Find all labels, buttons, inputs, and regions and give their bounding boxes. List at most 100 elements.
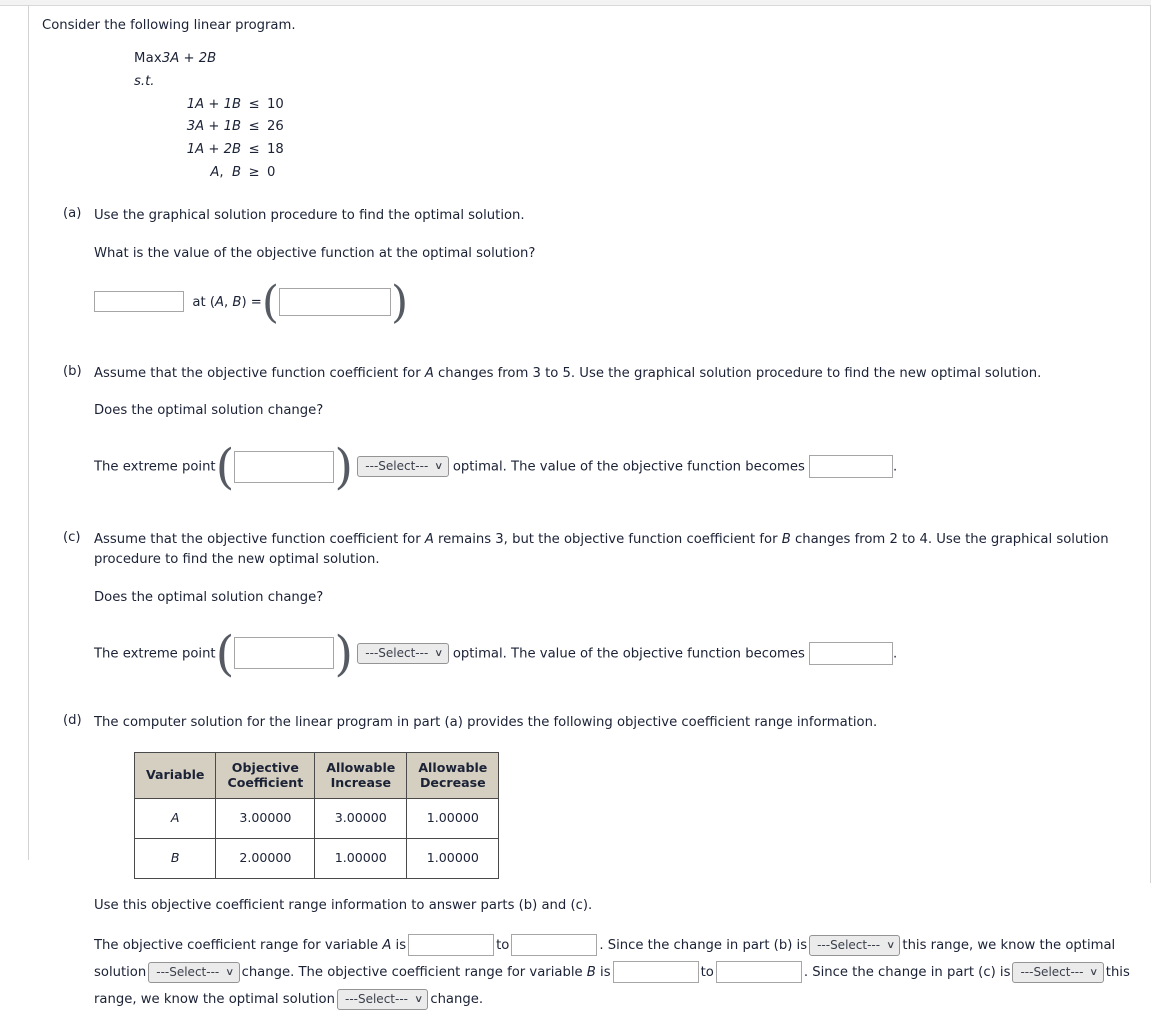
part-c-body: Assume that the objective function coeff… <box>94 530 1150 682</box>
select-value: ---Select--- <box>344 991 408 1006</box>
table-row: A 3.00000 3.00000 1.00000 <box>133 798 500 840</box>
nonnegativity-row: A, B ≥0 <box>134 162 1150 185</box>
open-paren: ( <box>215 439 235 496</box>
flow-text-1: The objective coefficient range for vari… <box>94 938 407 953</box>
select-value: ---Select--- <box>365 459 429 474</box>
constraint-lhs: 3A + 1B <box>186 119 241 135</box>
cell-allowable-increase: 1.00000 <box>314 838 408 880</box>
cell-variable: B <box>133 838 217 880</box>
objective-value-input-c[interactable] <box>809 641 894 665</box>
select-value: ---Select--- <box>817 937 881 952</box>
cell-allowable-decrease: 1.00000 <box>406 798 500 840</box>
part-b-label: (b) <box>63 363 82 379</box>
constraint-relation: ≥ <box>248 164 260 180</box>
header-line: Allowable <box>418 759 488 775</box>
select-part-c-in-range[interactable]: ---Select--- ∨ <box>1012 961 1104 983</box>
worksheet-page: Consider the following linear program. M… <box>0 0 1164 1010</box>
select-solution-change-c[interactable]: ---Select--- ∨ <box>336 988 429 1010</box>
part-d-fill-in-paragraph: The objective coefficient range for vari… <box>94 932 1149 1013</box>
close-paren: ) <box>334 625 354 682</box>
header-line: Allowable <box>326 759 396 775</box>
constraint-row: 1A + 2B ≤18 <box>134 139 1150 162</box>
flow-text-7: . Since the change in part (c) is <box>803 965 1011 981</box>
constraint-rhs: 0 <box>267 164 276 180</box>
chevron-down-icon: ∨ <box>414 993 424 1005</box>
right-frame-rule <box>1150 5 1151 883</box>
close-paren: ) <box>334 439 354 496</box>
select-solution-change-b[interactable]: ---Select--- ∨ <box>148 961 240 983</box>
part-c: (c) Assume that the objective function c… <box>42 530 1150 682</box>
part-a: (a) Use the graphical solution procedure… <box>42 206 1150 328</box>
part-b-mid-text: optimal. The value of the objective func… <box>452 459 805 475</box>
constraint-rhs: 26 <box>267 119 284 135</box>
extreme-point-input[interactable] <box>234 637 335 670</box>
range-b-upper-input[interactable] <box>715 961 802 984</box>
part-c-question: Does the optimal solution change? <box>94 589 324 605</box>
column-header-variable: Variable <box>133 751 217 800</box>
select-optimality-c[interactable]: ---Select--- ∨ <box>357 642 449 664</box>
flow-text-3: . Since the change in part (b) is <box>599 938 808 953</box>
range-b-lower-input[interactable] <box>612 961 699 984</box>
constraint-rhs: 18 <box>267 141 284 157</box>
constraint-relation: ≤ <box>248 141 260 157</box>
extreme-point-label: The extreme point <box>94 459 216 475</box>
constraint-lhs: 1A + 2B <box>186 141 241 157</box>
part-b-answer-row: The extreme point() ---Select--- ∨ optima… <box>94 439 1150 496</box>
constraint-relation: ≤ <box>248 96 260 112</box>
objective-value-input[interactable] <box>94 291 184 313</box>
part-a-question: What is the value of the objective funct… <box>94 246 536 262</box>
part-a-prompt: Use the graphical solution procedure to … <box>94 208 525 224</box>
chevron-down-icon: ∨ <box>225 966 235 978</box>
header-line: Increase <box>330 774 391 790</box>
open-paren: ( <box>215 625 235 682</box>
table-row: B 2.00000 1.00000 1.00000 <box>133 838 500 880</box>
objective-label: Max <box>134 51 162 67</box>
select-part-b-in-range[interactable]: ---Select--- ∨ <box>809 934 901 956</box>
table-header: Variable Objective Coefficient Allowable I… <box>133 751 500 800</box>
cell-allowable-increase: 3.00000 <box>314 798 408 840</box>
constraint-row: 3A + 1B ≤26 <box>134 116 1150 139</box>
flow-text-5: change. The objective coefficient range … <box>241 965 611 981</box>
cell-variable: A <box>133 798 217 840</box>
cell-objective-coefficient: 3.00000 <box>215 798 316 840</box>
select-value: ---Select--- <box>365 645 429 660</box>
extreme-point-label: The extreme point <box>94 646 216 662</box>
table-header-row: Variable Objective Coefficient Allowable I… <box>133 751 500 800</box>
flow-text-2: to <box>496 938 510 953</box>
part-a-body: Use the graphical solution procedure to … <box>94 206 1150 328</box>
flow-text-6: to <box>700 965 714 981</box>
part-b-prompt: Assume that the objective function coeff… <box>94 364 1150 384</box>
subject-to-label: s.t. <box>134 73 155 89</box>
part-d-label: (d) <box>63 712 82 728</box>
part-d-body: The computer solution for the linear pro… <box>94 713 1150 1013</box>
constraint-row: 1A + 1B ≤10 <box>134 94 1150 117</box>
objective-expression: 3A + 2B <box>161 51 217 67</box>
constraint-lhs: A, B <box>210 164 241 180</box>
content-area: Consider the following linear program. M… <box>29 6 1150 1013</box>
objective-coefficient-range-table: Variable Objective Coefficient Allowable I… <box>133 751 500 880</box>
select-optimality-b[interactable]: ---Select--- ∨ <box>357 456 449 478</box>
part-b-prompt-text: Assume that the objective function coeff… <box>94 365 1042 381</box>
part-b: (b) Assume that the objective function c… <box>42 363 1150 496</box>
part-b-body: Assume that the objective function coeff… <box>94 364 1150 496</box>
header-line: Objective <box>231 759 299 775</box>
select-value: ---Select--- <box>156 964 220 979</box>
constraint-lhs: 1A + 1B <box>186 96 241 112</box>
part-c-mid-text: optimal. The value of the objective func… <box>452 646 805 662</box>
objective-value-input-b[interactable] <box>809 455 894 479</box>
intro-text: Consider the following linear program. <box>42 18 296 33</box>
header-line: Decrease <box>419 774 486 790</box>
range-a-upper-input[interactable] <box>511 934 598 956</box>
optimal-point-input[interactable] <box>279 287 392 316</box>
open-paren: ( <box>261 276 280 328</box>
part-d: (d) The computer solution for the linear… <box>42 713 1150 1013</box>
part-c-answer-row: The extreme point() ---Select--- ∨ optima… <box>94 625 1150 682</box>
objective-line: Max3A + 2B <box>134 48 1150 71</box>
column-header-objective-coefficient: Objective Coefficient <box>215 751 316 800</box>
constraint-relation: ≤ <box>248 119 260 135</box>
range-a-lower-input[interactable] <box>408 934 495 956</box>
extreme-point-input[interactable] <box>234 450 335 483</box>
chevron-down-icon: ∨ <box>886 939 896 951</box>
at-point-label: at (A, B) = <box>188 294 262 310</box>
cell-allowable-decrease: 1.00000 <box>406 838 500 880</box>
